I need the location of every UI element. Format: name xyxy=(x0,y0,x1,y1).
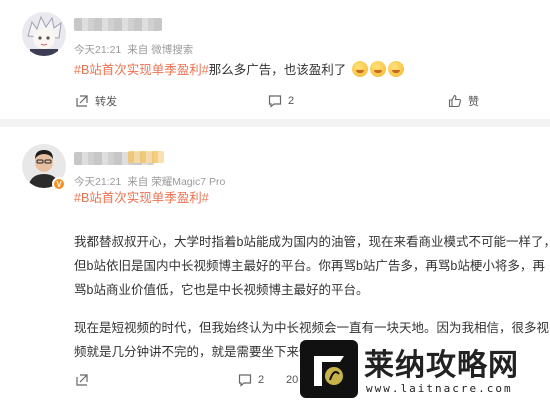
emoji-icon xyxy=(369,61,386,77)
post-paragraph-line: 但b站依旧是国内中长视频博主最好的平台。你再骂b站广告多，再骂b站梗小将多，再 xyxy=(74,259,545,273)
comment-icon xyxy=(238,374,252,387)
emoji-icon xyxy=(387,61,404,77)
verified-badge-icon: V xyxy=(52,177,66,191)
post-time: 今天21:21 xyxy=(74,44,122,56)
comment-button[interactable]: 2 xyxy=(238,367,264,393)
comment-count: 2 xyxy=(288,95,295,107)
topic-line: #B站首次实现单季盈利# xyxy=(74,186,209,210)
watermark-title: 莱纳攻略网 xyxy=(364,348,519,383)
post-paragraph-line: 骂b站商业价值低，它也是中长视频博主最好的平台。 xyxy=(74,283,369,297)
comment-icon xyxy=(268,95,282,108)
like-button[interactable]: 赞 xyxy=(448,88,479,114)
post-source: 来自 微博搜索 xyxy=(127,44,194,56)
like-label: 赞 xyxy=(468,96,479,108)
topic-link[interactable]: #B站首次实现单季盈利# xyxy=(74,191,209,205)
post-text: 那么多广告，也该盈利了 xyxy=(208,63,347,77)
like-count-value: 20 xyxy=(286,374,299,386)
repost-label: 转发 xyxy=(95,96,117,108)
post-card-1: 今天21:21 来自 微博搜索 #B站首次实现单季盈利#那么多广告，也该盈利了 转… xyxy=(0,0,550,119)
action-bar: 转发 2 赞 xyxy=(0,88,550,114)
post-meta: 今天21:21 来自 微博搜索 xyxy=(74,42,199,57)
emoji-icon xyxy=(351,61,368,77)
post-body: #B站首次实现单季盈利#那么多广告，也该盈利了 xyxy=(74,58,404,82)
member-badge xyxy=(128,151,164,163)
post-paragraph-line: 我都替叔叔开心，大学时指着b站能成为国内的油管，现在来看商业模式不可能一样了， xyxy=(74,235,550,249)
watermark-logo-icon xyxy=(300,340,358,398)
comment-count: 2 xyxy=(258,374,265,386)
repost-icon xyxy=(76,374,88,386)
avatar[interactable] xyxy=(22,12,66,56)
topic-link[interactable]: #B站首次实现单季盈利# xyxy=(74,63,209,77)
repost-icon xyxy=(76,95,88,107)
like-count[interactable]: 20 xyxy=(286,367,298,393)
repost-button[interactable] xyxy=(75,367,89,393)
thumbs-up-icon xyxy=(448,94,462,108)
post-paragraph-line: 频就是几分钟讲不完的，就是需要坐下来慢 xyxy=(74,345,312,359)
site-watermark: 莱纳攻略网 www.laitnacre.com xyxy=(300,330,550,400)
username-redacted[interactable] xyxy=(74,18,162,31)
repost-button[interactable]: 转发 xyxy=(75,88,117,114)
comment-button[interactable]: 2 xyxy=(268,88,294,114)
watermark-url: www.laitnacre.com xyxy=(366,382,513,395)
